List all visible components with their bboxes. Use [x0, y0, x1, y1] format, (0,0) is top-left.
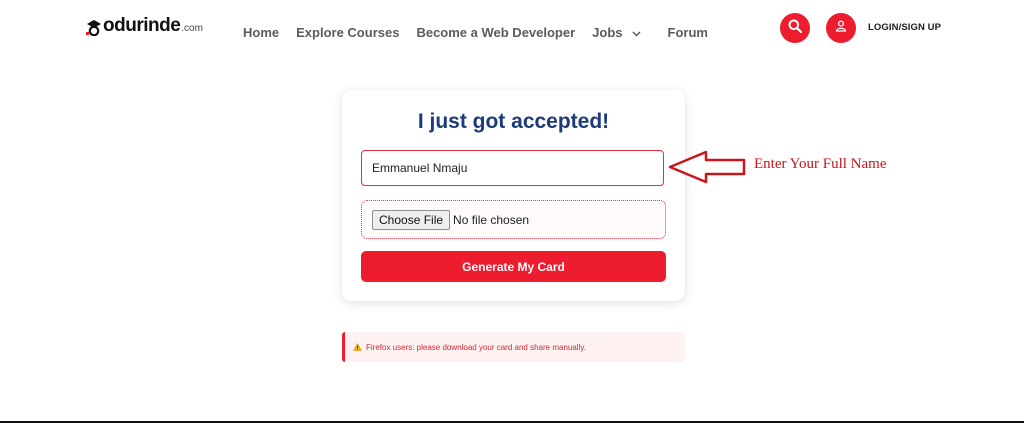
nav-home[interactable]: Home — [243, 25, 279, 40]
firefox-notice: Firefox users: please download your card… — [342, 332, 685, 362]
user-button[interactable] — [826, 13, 856, 43]
acceptance-card: I just got accepted! Choose File No file… — [342, 90, 685, 301]
user-icon — [835, 19, 847, 37]
file-upload-field[interactable]: Choose File No file chosen — [361, 200, 666, 239]
nav-jobs-label: Jobs — [592, 25, 623, 40]
search-icon — [788, 19, 803, 38]
site-logo[interactable]: odurinde .com — [86, 16, 203, 36]
window-bottom-edge — [0, 421, 1024, 423]
nav-explore-courses[interactable]: Explore Courses — [296, 25, 399, 40]
warning-icon — [353, 338, 362, 356]
nav-jobs[interactable]: Jobs — [592, 25, 650, 40]
choose-file-button[interactable]: Choose File — [372, 209, 451, 230]
generate-card-button[interactable]: Generate My Card — [361, 251, 666, 282]
graduation-cap-icon — [86, 18, 102, 36]
logo-domain: .com — [181, 23, 203, 34]
main-nav: Home Explore Courses Become a Web Develo… — [243, 25, 725, 40]
chevron-down-icon — [631, 25, 641, 40]
left-arrow-icon — [668, 150, 746, 189]
login-signup-link[interactable]: LOGIN/SIGN UP — [868, 22, 941, 33]
logo-text: odurinde — [103, 15, 181, 36]
notice-message: Firefox users: please download your card… — [366, 342, 586, 352]
search-button[interactable] — [780, 13, 810, 43]
full-name-input[interactable] — [361, 150, 664, 186]
annotation-label: Enter Your Full Name — [754, 156, 887, 172]
file-status-text: No file chosen — [453, 212, 530, 227]
nav-become-web-developer[interactable]: Become a Web Developer — [416, 25, 575, 40]
card-title: I just got accepted! — [417, 110, 610, 133]
nav-forum[interactable]: Forum — [668, 25, 708, 40]
